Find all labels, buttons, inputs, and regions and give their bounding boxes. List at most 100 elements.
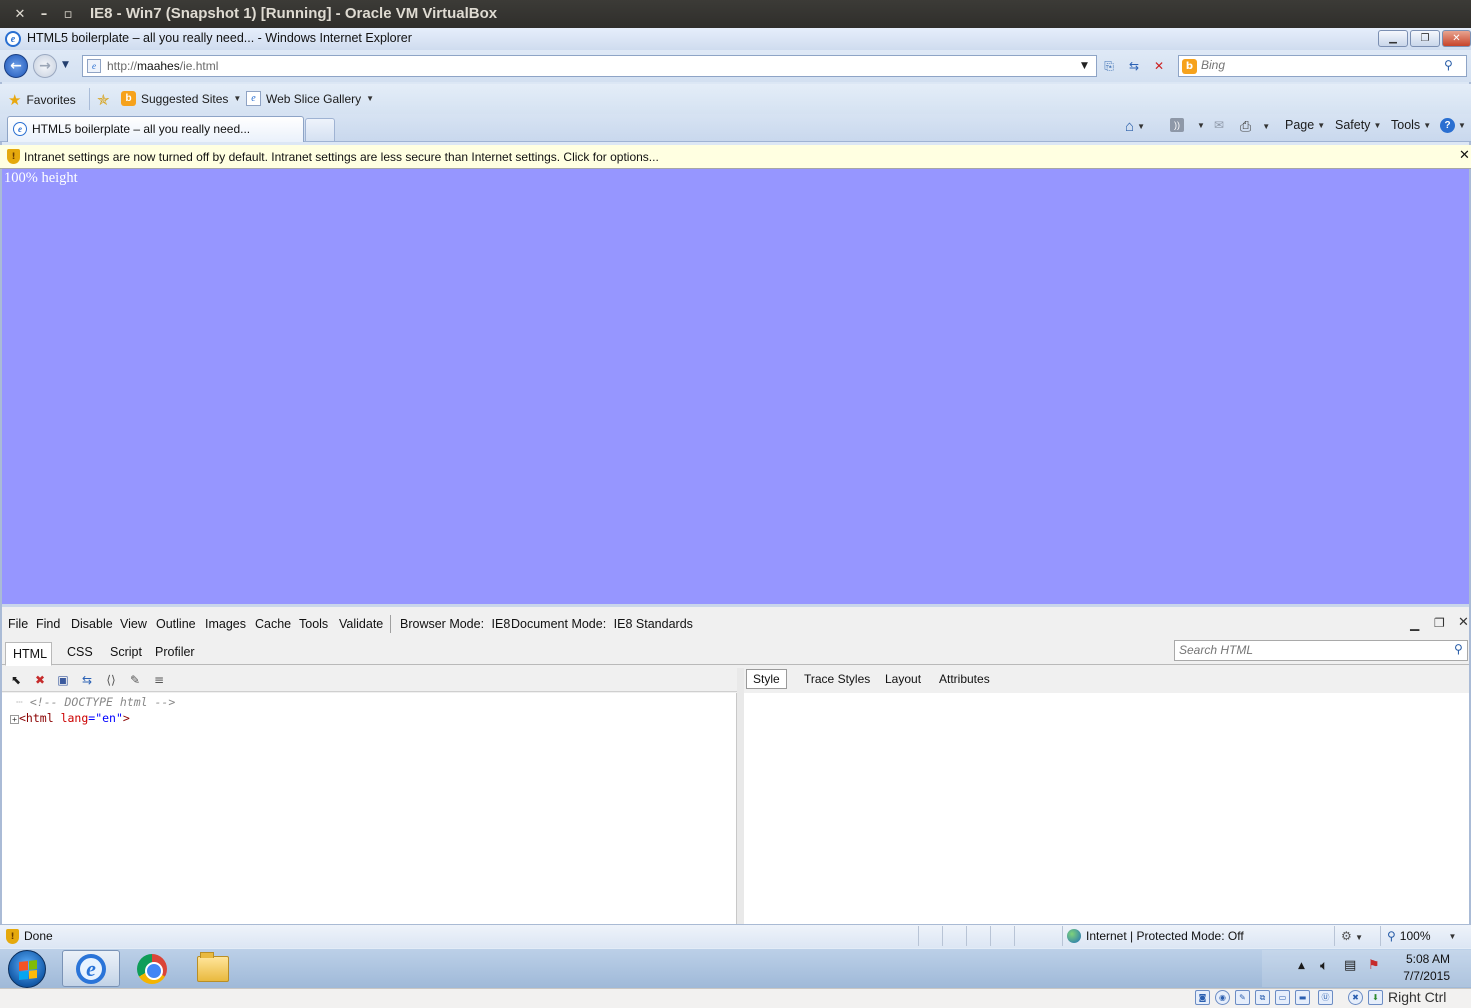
hard-disk-icon[interactable]: ◙ — [1195, 990, 1210, 1005]
vbox-window-title: IE8 - Win7 (Snapshot 1) [Running] - Orac… — [90, 5, 498, 22]
address-url[interactable]: http://maahes/ie.html — [107, 59, 218, 73]
suggested-sites-link[interactable]: b Suggested Sites ▼ — [121, 91, 241, 106]
tab-trace-styles[interactable]: Trace Styles — [804, 672, 870, 686]
search-html-box[interactable]: ⚲ — [1174, 640, 1468, 661]
information-bar-text[interactable]: Intranet settings are now turned off by … — [24, 150, 659, 164]
zoom-button[interactable]: ⚲ 100% ▼ — [1387, 929, 1456, 943]
search-html-input[interactable] — [1179, 643, 1439, 657]
tab-profiler[interactable]: Profiler — [155, 645, 195, 659]
address-bar[interactable]: e http://maahes/ie.html ▼ — [82, 55, 1097, 77]
tab-script[interactable]: Script — [110, 645, 142, 659]
tab-active[interactable]: e HTML5 boilerplate – all you really nee… — [7, 116, 304, 142]
clear-browser-icon[interactable]: ✖ — [32, 672, 48, 688]
optical-drive-icon[interactable]: ◉ — [1215, 990, 1230, 1005]
vbox-minimize-button[interactable]: – — [32, 0, 56, 28]
web-slice-gallery-link[interactable]: e Web Slice Gallery ▼ — [246, 91, 374, 106]
refresh-icon[interactable]: ⇆ — [1124, 56, 1144, 76]
safety-menu[interactable]: Safety ▼ — [1335, 118, 1381, 132]
devtools-menu-find[interactable]: Find — [36, 617, 60, 631]
address-dropdown-icon[interactable]: ▼ — [1081, 61, 1088, 71]
taskbar-chrome[interactable] — [123, 950, 181, 987]
web-slice-icon: e — [246, 91, 261, 106]
recent-pages-dropdown-icon[interactable]: ▼ — [62, 60, 69, 70]
devtools-menu-file[interactable]: File — [8, 617, 28, 631]
edit-icon[interactable]: ✎ — [127, 672, 143, 688]
add-to-favorites-bar-button[interactable]: ✯ — [97, 91, 110, 109]
devtools-close-icon[interactable]: ✕ — [1458, 615, 1469, 630]
home-button[interactable]: ⌂ ▼ — [1125, 118, 1145, 135]
devtools-menu-cache[interactable]: Cache — [255, 617, 291, 631]
protected-mode-button[interactable]: ⚙ ▼ — [1341, 929, 1363, 943]
devtools-menu-disable[interactable]: Disable — [71, 617, 113, 631]
keyboard-capture-icon[interactable]: ⬇ — [1368, 990, 1383, 1005]
devtools-menu-view[interactable]: View — [120, 617, 147, 631]
devtools-menu-tools[interactable]: Tools — [299, 617, 328, 631]
devtools-minimize-icon[interactable]: ▁ — [1410, 617, 1419, 631]
back-button[interactable]: ← — [4, 54, 28, 78]
network-icon[interactable]: ▤ — [1344, 958, 1356, 973]
compatibility-view-icon[interactable]: ⎘ — [1099, 56, 1119, 76]
read-mail-button[interactable]: ✉ — [1214, 118, 1224, 132]
document-mode-selector[interactable]: Document Mode: IE8 Standards — [511, 617, 693, 631]
network-adapter-icon[interactable]: ⧉ — [1255, 990, 1270, 1005]
tab-css[interactable]: CSS — [67, 645, 93, 659]
ie-restore-button[interactable]: ❐ — [1410, 30, 1440, 47]
word-wrap-icon[interactable]: ≡ — [151, 672, 167, 688]
search-icon[interactable]: ⚲ — [1454, 642, 1463, 656]
dom-source-icon[interactable]: ⟨⟩ — [103, 672, 119, 688]
status-separator — [1380, 926, 1381, 946]
usb-icon[interactable]: ✎ — [1235, 990, 1250, 1005]
vbox-maximize-button[interactable]: ▫ — [56, 0, 80, 28]
information-bar-close-icon[interactable]: ✕ — [1459, 148, 1470, 163]
volume-icon[interactable]: 🔈︎ — [1320, 958, 1328, 974]
clock-date[interactable]: 7/7/2015 — [1390, 969, 1450, 983]
page-icon: e — [87, 59, 101, 73]
search-box[interactable]: b ⚲ — [1178, 55, 1467, 77]
tab-attributes[interactable]: Attributes — [939, 672, 990, 686]
show-hidden-icons-icon[interactable]: ▲ — [1298, 961, 1305, 971]
feeds-button[interactable]: )) ▼ — [1170, 118, 1205, 132]
select-element-icon[interactable]: ⬉ — [8, 672, 24, 688]
vbox-close-button[interactable]: ✕ — [8, 0, 32, 28]
save-icon[interactable]: ▣ — [55, 672, 71, 688]
pane-splitter[interactable] — [737, 668, 744, 924]
expand-icon[interactable]: + — [10, 715, 19, 724]
devtools-menu-validate[interactable]: Validate — [339, 617, 383, 631]
action-center-icon[interactable]: ⚑ — [1368, 958, 1380, 973]
ie-close-button[interactable]: ✕ — [1442, 30, 1471, 47]
print-button[interactable]: ⎙ ▼ — [1240, 118, 1270, 135]
refresh-icon[interactable]: ⇆ — [79, 672, 95, 688]
document-mode-label: Document Mode: — [511, 617, 607, 631]
chevron-down-icon: ▼ — [1423, 120, 1432, 130]
taskbar-explorer[interactable] — [184, 950, 242, 987]
new-tab-button[interactable] — [305, 118, 335, 141]
windows-logo-icon — [19, 960, 37, 980]
mouse-integration-icon[interactable]: ✖ — [1348, 990, 1363, 1005]
devtools-unpin-icon[interactable]: ❐ — [1434, 616, 1445, 630]
security-zone[interactable]: Internet | Protected Mode: Off — [1067, 929, 1244, 943]
devtools-menu-outline[interactable]: Outline — [156, 617, 196, 631]
tree-node-html[interactable]: + <html lang="en"> — [10, 711, 130, 725]
favorites-button[interactable]: ★ Favorites — [8, 91, 76, 109]
browser-mode-selector[interactable]: Browser Mode: IE8 — [400, 617, 510, 631]
forward-button[interactable]: → — [33, 54, 57, 78]
information-bar[interactable]: ! Intranet settings are now turned off b… — [0, 145, 1471, 169]
stop-icon[interactable]: ✕ — [1149, 56, 1169, 76]
help-button[interactable]: ? ▼ — [1440, 118, 1466, 133]
tools-menu[interactable]: Tools ▼ — [1391, 118, 1431, 132]
taskbar-internet-explorer[interactable]: e — [62, 950, 120, 987]
search-input[interactable] — [1201, 58, 1431, 72]
tree-node-comment[interactable]: ┄ <!-- DOCTYPE html --> — [16, 695, 175, 709]
clock-time[interactable]: 5:08 AM — [1390, 952, 1450, 966]
page-menu[interactable]: Page ▼ — [1285, 118, 1325, 132]
video-capture-icon[interactable]: Ⓤ — [1318, 990, 1333, 1005]
start-button[interactable] — [8, 950, 46, 988]
display-icon[interactable]: ▬ — [1295, 990, 1310, 1005]
devtools-menu-images[interactable]: Images — [205, 617, 246, 631]
tab-html[interactable]: HTML — [5, 642, 52, 666]
ie-minimize-button[interactable]: ▁ — [1378, 30, 1408, 47]
search-icon[interactable]: ⚲ — [1444, 58, 1453, 72]
shared-folders-icon[interactable]: ▭ — [1275, 990, 1290, 1005]
tab-style[interactable]: Style — [746, 669, 787, 689]
tab-layout[interactable]: Layout — [885, 672, 921, 686]
